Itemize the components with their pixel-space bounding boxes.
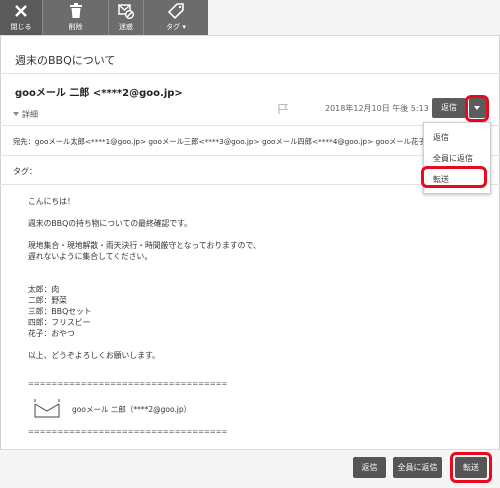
trash-icon: [43, 3, 108, 22]
details-toggle[interactable]: 詳細: [13, 109, 38, 120]
delete-label: 削除: [68, 23, 83, 31]
reply-button[interactable]: 返信: [432, 98, 466, 118]
details-label: 詳細: [22, 110, 38, 119]
sender: gooメール 二郎 <****2@goo.jp>: [15, 88, 183, 99]
menu-item-reply[interactable]: 返信: [433, 132, 449, 143]
spam-icon: [109, 3, 143, 22]
mail-date: 2018年12月10日 午後 5:13: [325, 104, 429, 113]
highlight-box: [450, 452, 492, 483]
highlight-box: [465, 95, 489, 122]
tag-label: タグ ▾: [166, 23, 186, 31]
chevron-down-icon: [13, 112, 19, 116]
highlight-box: [421, 166, 487, 188]
close-button[interactable]: 閉じる: [0, 0, 42, 35]
signature: gooメール 二郎（****2@goo.jp）: [72, 405, 192, 414]
close-label: 閉じる: [10, 23, 32, 31]
signature-divider: ==================================: [28, 380, 228, 388]
footer-reply-all-button[interactable]: 全員に返信: [393, 457, 442, 478]
envelope-icon: [34, 398, 60, 418]
divider: [0, 73, 500, 74]
close-icon: [0, 3, 42, 22]
mail-body: こんにちは！ 週末のBBQの持ち物についての最終確認です。 現地集合・現地解散・…: [28, 197, 261, 360]
signature-divider: ==================================: [28, 428, 228, 436]
tag-button[interactable]: タグ ▾: [144, 0, 208, 35]
flag-icon[interactable]: [277, 100, 289, 119]
tag-field: タグ：: [13, 167, 37, 176]
delete-button[interactable]: 削除: [43, 0, 108, 35]
tag-icon: [144, 3, 208, 22]
mail-subject: 週末のBBQについて: [15, 54, 116, 67]
footer-reply-button[interactable]: 返信: [353, 457, 386, 478]
spam-label: 迷惑: [119, 23, 133, 31]
menu-item-reply-all[interactable]: 全員に返信: [433, 153, 473, 164]
spam-button[interactable]: 迷惑: [109, 0, 143, 35]
recipients: 宛先：gooメール太郎<****1@goo.jp> gooメール三郎<****3…: [13, 137, 423, 146]
